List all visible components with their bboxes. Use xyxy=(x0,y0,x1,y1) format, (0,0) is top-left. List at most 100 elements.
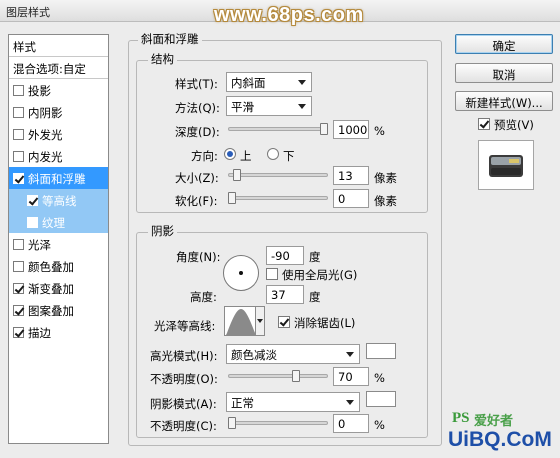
shadow-mode-select[interactable]: 正常 xyxy=(226,392,360,412)
preview-label: 预览(V) xyxy=(494,118,534,132)
direction-down-radio[interactable] xyxy=(267,148,279,160)
gloss-contour-dropdown[interactable] xyxy=(256,306,265,336)
depth-label: 深度(D): xyxy=(175,125,220,139)
style-checkbox[interactable] xyxy=(13,107,24,118)
watermark: www.68ps.com xyxy=(214,4,364,26)
logo-ps: PS xyxy=(452,410,470,426)
style-list-item[interactable]: 渐变叠加 xyxy=(9,277,108,299)
style-list-item-label: 内阴影 xyxy=(28,106,63,120)
style-list-item[interactable]: 投影 xyxy=(9,79,108,101)
technique-select[interactable]: 平滑 xyxy=(226,96,312,116)
style-checkbox[interactable] xyxy=(13,151,24,162)
shadow-mode-value: 正常 xyxy=(231,396,254,410)
style-checkbox[interactable] xyxy=(13,85,24,96)
new-style-button[interactable]: 新建样式(W)... xyxy=(455,91,553,111)
style-list-item-label: 纹理 xyxy=(42,216,65,230)
depth-value: 1000 xyxy=(338,123,368,137)
altitude-field[interactable]: 37 xyxy=(266,285,304,304)
size-value: 13 xyxy=(338,169,353,183)
style-checkbox[interactable] xyxy=(13,261,24,272)
style-list-item-label: 图案叠加 xyxy=(28,304,74,318)
antialias-checkbox[interactable] xyxy=(278,316,290,328)
chevron-down-icon xyxy=(298,104,306,109)
soften-unit: 像素 xyxy=(374,194,397,208)
gloss-contour-preview[interactable] xyxy=(224,306,256,336)
soften-slider-thumb[interactable] xyxy=(228,192,236,204)
size-field[interactable]: 13 xyxy=(333,166,369,185)
direction-up-radio[interactable] xyxy=(224,148,236,160)
shadow-opacity-thumb[interactable] xyxy=(228,417,236,429)
size-slider-track[interactable] xyxy=(228,173,328,177)
highlight-opacity-field[interactable]: 70 xyxy=(333,367,369,386)
style-checkbox[interactable] xyxy=(13,173,24,184)
highlight-opacity-label: 不透明度(O): xyxy=(150,372,218,386)
direction-label: 方向: xyxy=(191,149,218,163)
shadow-opacity-track[interactable] xyxy=(228,421,328,425)
style-list-item[interactable]: 光泽 xyxy=(9,233,108,255)
depth-slider-track[interactable] xyxy=(228,127,328,131)
style-select[interactable]: 内斜面 xyxy=(226,72,312,92)
depth-slider-thumb[interactable] xyxy=(320,123,328,135)
soften-slider-track[interactable] xyxy=(228,196,328,200)
angle-label: 角度(N): xyxy=(176,250,221,264)
chevron-down-icon xyxy=(298,80,306,85)
altitude-label: 高度: xyxy=(190,290,217,304)
global-light-checkbox[interactable] xyxy=(266,268,278,280)
antialias-label: 消除锯齿(L) xyxy=(294,316,356,330)
style-list-item[interactable]: 内发光 xyxy=(9,145,108,167)
style-list-item[interactable]: 颜色叠加 xyxy=(9,255,108,277)
preview-checkbox[interactable] xyxy=(478,118,490,130)
chevron-down-icon xyxy=(346,400,354,405)
style-list-item[interactable]: 斜面和浮雕 xyxy=(9,167,108,189)
style-list-header[interactable]: 样式 xyxy=(9,35,108,57)
style-label: 样式(T): xyxy=(175,77,218,91)
shadow-opacity-field[interactable]: 0 xyxy=(333,414,369,433)
highlight-mode-select[interactable]: 颜色减淡 xyxy=(226,344,360,364)
soften-field[interactable]: 0 xyxy=(333,189,369,208)
depth-field[interactable]: 1000 xyxy=(333,120,369,139)
direction-down-label: 下 xyxy=(283,149,295,163)
highlight-color-swatch[interactable] xyxy=(366,343,396,359)
style-list-item[interactable]: 纹理 xyxy=(9,211,108,233)
style-checkbox[interactable] xyxy=(13,129,24,140)
shadow-opacity-label: 不透明度(C): xyxy=(150,419,217,433)
shadow-opacity-value: 0 xyxy=(338,417,346,431)
style-list-item[interactable]: 图案叠加 xyxy=(9,299,108,321)
highlight-opacity-track[interactable] xyxy=(228,374,328,378)
style-list-item[interactable]: 等高线 xyxy=(9,189,108,211)
size-slider-thumb[interactable] xyxy=(232,169,241,181)
style-list-item[interactable]: 描边 xyxy=(9,321,108,343)
style-list-item[interactable]: 内阴影 xyxy=(9,101,108,123)
shadow-color-swatch[interactable] xyxy=(366,391,396,407)
shading-title: 阴影 xyxy=(148,223,177,239)
soften-value: 0 xyxy=(338,192,346,206)
technique-select-value: 平滑 xyxy=(231,100,254,114)
style-preview-thumbnail xyxy=(478,140,534,190)
style-list: 样式 混合选项:自定 投影内阴影外发光 内发光 斜面和浮雕等高线纹理光泽 颜色叠加渐变… xyxy=(8,34,109,444)
size-label: 大小(Z): xyxy=(175,171,219,185)
angle-field[interactable]: -90 xyxy=(266,246,304,265)
style-list-item[interactable]: 外发光 xyxy=(9,123,108,145)
style-checkbox[interactable] xyxy=(13,283,24,294)
shadow-mode-label: 阴影模式(A): xyxy=(150,397,217,411)
style-checkbox[interactable] xyxy=(27,195,38,206)
shadow-opacity-unit: % xyxy=(374,418,385,432)
structure-title: 结构 xyxy=(148,51,177,67)
style-checkbox[interactable] xyxy=(13,327,24,338)
blend-options-item[interactable]: 混合选项:自定 xyxy=(9,57,108,79)
direction-up-label: 上 xyxy=(240,149,252,163)
angle-dial[interactable] xyxy=(223,255,259,291)
style-checkbox[interactable] xyxy=(13,305,24,316)
site-logo: PS 爱好者 UiBQ.CoM xyxy=(448,410,558,456)
size-unit: 像素 xyxy=(374,171,397,185)
style-checkbox[interactable] xyxy=(27,217,38,228)
style-list-item-label: 渐变叠加 xyxy=(28,282,74,296)
cancel-button[interactable]: 取消 xyxy=(455,63,553,83)
ok-button[interactable]: 确定 xyxy=(455,34,553,54)
style-checkbox[interactable] xyxy=(13,239,24,250)
style-list-item-label: 等高线 xyxy=(42,194,77,208)
preview-swatch-image xyxy=(489,155,523,177)
chevron-down-icon xyxy=(346,352,354,357)
highlight-opacity-thumb[interactable] xyxy=(292,370,301,382)
style-select-value: 内斜面 xyxy=(231,76,266,90)
